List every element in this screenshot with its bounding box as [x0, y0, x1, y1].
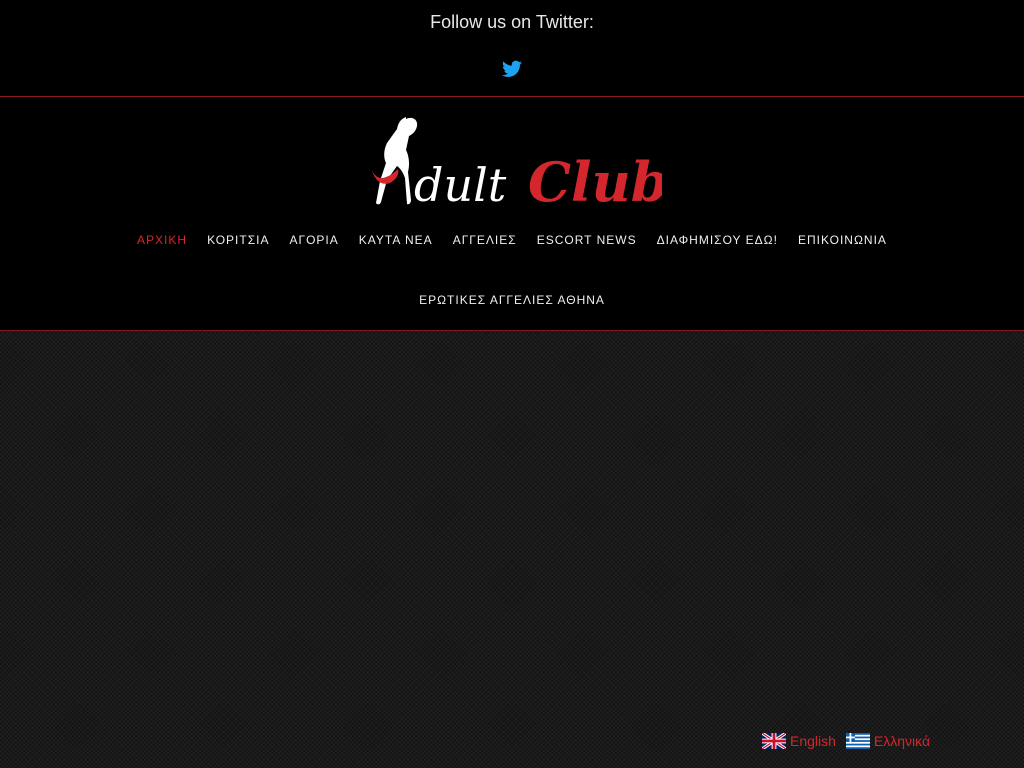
- language-greek[interactable]: Ελληνικά: [845, 733, 931, 749]
- svg-text:dult: dult: [414, 158, 507, 211]
- site-header: dult Club ΑΡΧΙΚΗ ΚΟΡΙΤΣΙΑ ΑΓΟΡΙΑ ΚΑΥΤΑ Ν…: [0, 97, 1024, 331]
- language-english-label: English: [790, 733, 836, 749]
- twitter-icon: [502, 60, 522, 77]
- language-switcher: English Ελληνικά: [762, 733, 930, 749]
- nav-item-advertise[interactable]: ΔΙΑΦΗΜΙΣΟΥ ΕΔΩ!: [647, 233, 788, 247]
- svg-text:Club: Club: [528, 150, 662, 211]
- nav-item-boys[interactable]: ΑΓΟΡΙΑ: [279, 233, 348, 247]
- logo-graphic: dult Club: [372, 117, 669, 214]
- nav-item-ads[interactable]: ΑΓΓΕΛΙΕΣ: [443, 233, 527, 247]
- main-nav: ΑΡΧΙΚΗ ΚΟΡΙΤΣΙΑ ΑΓΟΡΙΑ ΚΑΥΤΑ ΝΕΑ ΑΓΓΕΛΙΕ…: [0, 233, 1024, 247]
- language-english[interactable]: English: [762, 733, 836, 749]
- nav-item-home[interactable]: ΑΡΧΙΚΗ: [127, 233, 197, 247]
- uk-flag-icon: [762, 733, 786, 749]
- nav-item-athens-ads[interactable]: ΕΡΩΤΙΚΕΣ ΑΓΓΕΛΙΕΣ ΑΘΗΝΑ: [409, 293, 615, 307]
- main-nav-row-2: ΕΡΩΤΙΚΕΣ ΑΓΓΕΛΙΕΣ ΑΘΗΝΑ: [0, 293, 1024, 307]
- follow-us-text: Follow us on Twitter:: [430, 12, 594, 32]
- site-logo[interactable]: dult Club: [362, 115, 669, 214]
- top-bar: Follow us on Twitter:: [0, 0, 1024, 97]
- greece-flag-icon: [845, 733, 870, 749]
- twitter-link[interactable]: [502, 60, 522, 78]
- nav-item-escort-news[interactable]: ESCORT NEWS: [527, 233, 647, 247]
- nav-item-hot-news[interactable]: ΚΑΥΤΑ ΝΕΑ: [349, 233, 443, 247]
- language-greek-label: Ελληνικά: [873, 733, 931, 749]
- main-content: [0, 331, 1024, 768]
- nav-item-contact[interactable]: ΕΠΙΚΟΙΝΩΝΙΑ: [788, 233, 897, 247]
- nav-item-girls[interactable]: ΚΟΡΙΤΣΙΑ: [197, 233, 279, 247]
